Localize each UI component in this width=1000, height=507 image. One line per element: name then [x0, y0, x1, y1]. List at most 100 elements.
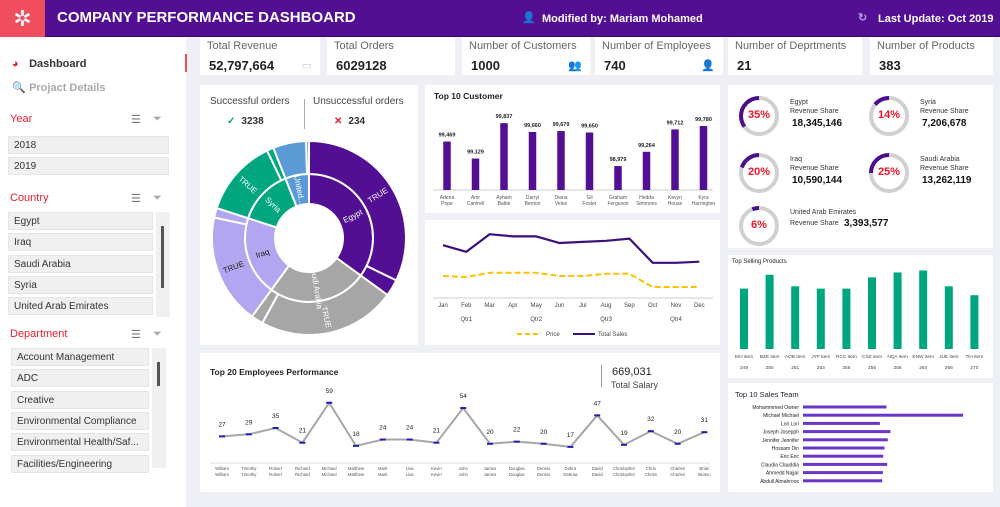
quarter-label: Qtr4	[670, 317, 682, 323]
slicer-item[interactable]: Environmental Compliance	[11, 411, 149, 430]
data-label: 19	[620, 430, 628, 437]
slicer-item[interactable]: ADC	[11, 369, 149, 388]
bar	[803, 405, 887, 409]
x-tick-label: Diana Velez	[554, 195, 567, 207]
x-tick-sublabel: 270	[970, 365, 978, 371]
last-update: ↻ Last Update: Oct 2019	[858, 11, 994, 27]
clear-filter-icon[interactable]: ⏷	[153, 113, 162, 126]
point-marker	[379, 438, 386, 441]
data-label: 17	[567, 432, 575, 439]
scrollbar-thumb[interactable]	[161, 226, 164, 288]
x-tick-label: AOB item	[785, 354, 806, 360]
slicer-item[interactable]: Facilities/Engineering	[11, 454, 149, 473]
x-tick-label: Gil Foster	[582, 195, 597, 207]
slicer-item[interactable]: Iraq	[8, 233, 153, 252]
slicer-title-year: Year	[10, 113, 33, 125]
slicer-title-department: Department	[10, 328, 68, 340]
y-tick-label: Michael Michael	[763, 413, 799, 419]
point-marker	[460, 407, 467, 410]
clear-filter-icon[interactable]: ⏷	[153, 192, 162, 205]
multi-select-icon[interactable]: ☰	[131, 192, 141, 205]
x-icon: ✕	[334, 116, 343, 127]
kpi-label: Total Revenue	[207, 40, 278, 52]
slicer-scrollbar[interactable]	[152, 348, 166, 468]
x-tick-sublabel: 255	[842, 365, 850, 371]
user-icon: 👤	[701, 60, 715, 72]
nav-dashboard[interactable]: ◕ Dashboard	[12, 58, 87, 70]
data-label: 32	[647, 416, 655, 423]
share-percent: 25%	[877, 166, 901, 178]
y-tick-label: Ahmedd Najjar	[766, 471, 799, 477]
sales-team-panel: Top 10 Sales Team Mohammmed Owner Michael…	[728, 383, 993, 492]
point-marker	[567, 445, 574, 448]
x-tick-label: Apr	[508, 303, 517, 309]
x-tick-label: EiH item	[735, 354, 753, 360]
x-tick-label: Sep	[624, 303, 635, 309]
y-tick-label: Abdull Almahroos	[760, 479, 799, 485]
data-label: 98,979	[610, 157, 627, 163]
slicer-item[interactable]: United Arab Emirates	[8, 297, 153, 316]
x-tick-label: Christopher Christopher	[613, 466, 636, 477]
x-tick-sublabel: 251	[791, 365, 799, 371]
bar	[803, 462, 888, 466]
x-tick-label: CSZ item	[862, 354, 882, 360]
nav-project-details[interactable]: 🔍 Projact Details	[12, 81, 105, 94]
data-label: 20	[674, 429, 682, 436]
sales-team-chart: Mohammmed Owner Michael Michael Lori Lori J…	[752, 405, 964, 485]
top-customers-panel: Top 10 Customer 99,469 Adena Pope 99,129 Amr…	[425, 85, 720, 213]
kpi-card: Total Revenue 52,797,664 ▭	[200, 37, 320, 75]
legend-label: Price	[546, 332, 560, 338]
x-tick-label: Hedda Simmons	[636, 195, 657, 207]
slicer-item[interactable]: 2019	[8, 157, 169, 176]
network-icon[interactable]: ✲	[0, 0, 45, 37]
x-tick-label: Mark Mark	[378, 466, 388, 477]
quarter-label: Qtr2	[530, 317, 542, 323]
slicer-item[interactable]: Syria	[8, 275, 153, 294]
slicer-item[interactable]: Egypt	[8, 212, 153, 230]
bar	[803, 438, 888, 442]
x-tick-label: Dennis Dennis	[537, 466, 550, 477]
point-marker	[621, 443, 627, 446]
x-tick-label: Timothy Timothy	[241, 466, 257, 477]
x-tick-label: Jul	[579, 303, 587, 309]
point-marker	[326, 401, 333, 404]
multi-select-icon[interactable]: ☰	[131, 113, 141, 126]
bar	[699, 126, 708, 190]
data-label: 20	[486, 429, 494, 436]
slicer-item[interactable]: Creative	[11, 390, 149, 409]
slicer-scrollbar[interactable]	[156, 212, 170, 317]
data-label: 54	[460, 393, 468, 400]
slicer-item[interactable]: 2018	[8, 136, 169, 154]
bar	[868, 277, 876, 349]
bar	[791, 286, 800, 349]
country-name: Iraq	[790, 156, 803, 163]
country-name: Saudi Arabia	[920, 156, 960, 163]
point-marker	[701, 431, 708, 434]
unsuccessful-orders-label: Unsuccessful orders	[313, 96, 404, 107]
successful-orders-label: Successful orders	[210, 96, 290, 107]
kpi-value: 52,797,664	[209, 58, 275, 73]
active-indicator	[185, 54, 187, 72]
bar	[842, 288, 851, 349]
sales-line-panel: Jan Feb Mar Apr May Jun Jul Aug Sep Oct Nov Dec Qtr1…	[425, 220, 720, 345]
x-tick-label: May	[531, 303, 542, 309]
share-percent: 6%	[751, 219, 767, 231]
last-update-text: Last Update: Oct 2019	[878, 12, 994, 25]
scrollbar-thumb[interactable]	[157, 362, 160, 386]
x-tick-label: James James	[484, 466, 497, 477]
unsuccessful-orders-value: 234	[348, 116, 366, 127]
clear-filter-icon[interactable]: ⏷	[153, 328, 162, 341]
multi-select-icon[interactable]: ☰	[131, 328, 141, 341]
data-label: 24	[406, 425, 414, 432]
x-tick-label: Mar	[484, 303, 494, 309]
x-tick-label: Lisa Lisa	[406, 466, 414, 477]
series-line-price	[442, 271, 700, 288]
slicer-item[interactable]: Account Management	[11, 348, 149, 366]
top-products-panel: Top Selling Products EiH item 249 BZE item…	[728, 255, 993, 378]
point-marker	[540, 442, 547, 445]
y-tick-label: Lori Lori	[781, 421, 799, 427]
slicer-item[interactable]: Saudi Arabia	[8, 254, 153, 273]
x-tick-label: Kevyn House	[668, 195, 683, 207]
slicer-item[interactable]: Environmental Health/Saf...	[11, 433, 149, 452]
x-tick-label: BZE item	[760, 354, 780, 360]
